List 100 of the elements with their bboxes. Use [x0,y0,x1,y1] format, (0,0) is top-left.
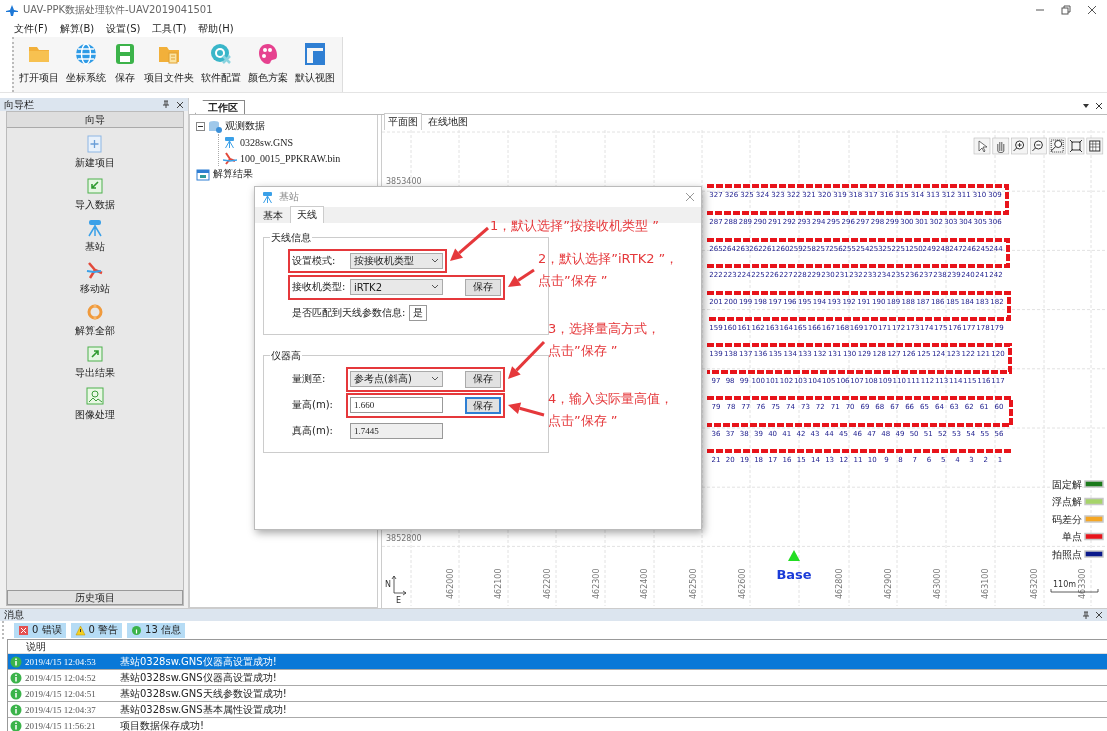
axis-label: 463000 [933,568,942,599]
import-icon [86,177,104,195]
palette-icon [256,42,280,66]
menu-item[interactable]: 文件(F) [14,21,48,36]
tree-item[interactable]: 解算结果 [213,167,253,181]
legend-label: 固定解 [1052,478,1082,490]
axis-label: 462400 [640,568,649,599]
table-icon[interactable] [1086,137,1104,155]
message-time: 2019/4/15 11:56:21 [25,720,97,731]
toolbar-button[interactable]: 软件配置 [200,40,242,90]
menu-item[interactable]: 解算(B) [59,21,95,36]
axis-label: 462900 [884,568,893,599]
info-icon [10,703,22,716]
save-button[interactable]: 保存 [465,370,501,388]
propeller-icon [86,261,104,279]
field-label: 设置模式: [292,254,337,268]
axis-label: 3852800 [386,534,422,543]
message-time: 2019/4/15 12:04:51 [25,688,97,699]
message-row[interactable]: 2019/4/15 12:04:37 基站0328sw.GNS基本属性设置成功! [8,702,1107,718]
info-icon [131,624,143,636]
message-text: 基站0328sw.GNS基本属性设置成功! [120,702,287,717]
wizard-item[interactable]: 新建项目 [75,135,115,170]
save-button[interactable]: 保存 [465,278,501,296]
collapse-toggle-icon[interactable] [196,121,205,131]
info-icon [10,719,22,731]
filter-button[interactable]: 0 错误 [14,622,66,638]
filter-button[interactable]: 13 信息 [127,622,185,638]
zoom-in-icon[interactable] [1011,137,1028,155]
close-icon [1095,611,1103,619]
globe-icon [74,42,98,66]
axis-label: 462200 [543,568,552,599]
toolbar-button[interactable]: 颜色方案 [247,40,289,90]
map-tab[interactable]: 平面图 [384,113,422,130]
value-field: 是 [409,305,428,321]
dropdown[interactable]: 按接收机类型 [350,253,443,269]
tripod-icon [261,190,274,204]
zoom-window-icon[interactable] [1048,137,1066,155]
wizard-item[interactable]: 解算全部 [75,303,115,338]
message-row[interactable]: 2019/4/15 12:04:53 基站0328sw.GNS仪器高设置成功! [8,654,1107,670]
wizard-item[interactable]: 基站 [85,219,105,254]
readonly-field: 1.7445 [350,423,443,439]
toolbar-button[interactable]: 项目文件夹 [143,40,195,90]
dropdown[interactable]: iRTK2 [350,279,443,295]
dialog-tab[interactable]: 基本 [256,208,290,223]
zoom-out-icon[interactable] [1030,137,1047,155]
field-label: 量高(m): [292,398,334,412]
info-icon [10,671,22,684]
dropdown[interactable]: 参考点(斜高) [350,371,443,387]
map-tab[interactable]: 在线地图 [424,113,472,130]
menu-item[interactable]: 工具(T) [152,21,187,36]
legend-label: 码差分 [1052,513,1082,525]
propeller-icon [223,151,237,165]
panel-title: 向导栏 [4,97,35,112]
message-text: 基站0328sw.GNS仪器高设置成功! [120,670,277,685]
compass-icon [391,575,407,596]
tree-item[interactable]: 观测数据 [225,119,265,133]
tripod-icon [223,135,237,149]
tripod-icon [86,219,104,237]
fit-extent-icon[interactable] [1067,137,1085,155]
pin-icon [162,100,170,109]
axis-label: 462000 [446,568,455,599]
scale-label: 110m [1053,580,1077,589]
save-button[interactable]: 保存 [465,396,501,414]
tree-item[interactable]: 100_0015_PPKRAW.bin [240,152,341,164]
wizard-item[interactable]: 移动站 [80,261,110,296]
wizard-item[interactable]: 导出结果 [75,345,115,380]
dialog-tab[interactable]: 天线 [290,206,324,223]
axis-label: 462600 [738,568,747,599]
group-title: 天线信息 [270,231,312,245]
callout-text: 4，输入实际量高值， 点击”保存 ” [548,390,674,430]
message-row[interactable]: 2019/4/15 12:04:51 基站0328sw.GNS天线参数设置成功! [8,686,1107,702]
filter-button[interactable]: 0 警告 [70,622,123,638]
toolbar-button[interactable]: 打开项目 [18,40,60,90]
base-label: Base [776,567,812,582]
callout-text: 2，默认选择”iRTK2 ”， 点击”保存 ” [538,250,679,290]
error-icon [18,624,29,636]
message-row[interactable]: 2019/4/15 12:04:52 基站0328sw.GNS仪器高设置成功! [8,670,1107,686]
database-icon [208,119,222,133]
workspace-tab[interactable]: 工作区 [195,100,245,114]
axis-label: 3853400 [386,177,422,186]
toolbar-button[interactable]: 默认视图 [294,40,336,90]
caret-icon [431,258,439,264]
wizard-item[interactable]: 导入数据 [75,177,115,212]
message-row[interactable]: 2019/4/15 11:56:21 项目数据保存成功! [8,718,1107,731]
picture-icon [86,387,104,405]
info-icon [10,687,22,700]
base-marker-icon [788,550,800,561]
legend-label: 拍照点 [1052,548,1082,560]
compass-label: E [396,596,402,605]
field-label: 是否匹配到天线参数信息: [292,306,406,320]
history-button[interactable]: 历史项目 [7,590,183,605]
input-field[interactable]: 1.660 [350,397,443,413]
menu-item[interactable]: 设置(S) [106,21,141,36]
wizard-item[interactable]: 图像处理 [75,387,115,422]
menu-item[interactable]: 帮助(H) [198,21,234,36]
pointer-icon[interactable] [973,137,991,155]
tree-item[interactable]: 0328sw.GNS [240,136,293,148]
toolbar-button[interactable]: 坐标系统 [65,40,107,90]
panel-title: 消息 [4,608,25,622]
toolbar-button[interactable]: 保存 [112,40,138,90]
